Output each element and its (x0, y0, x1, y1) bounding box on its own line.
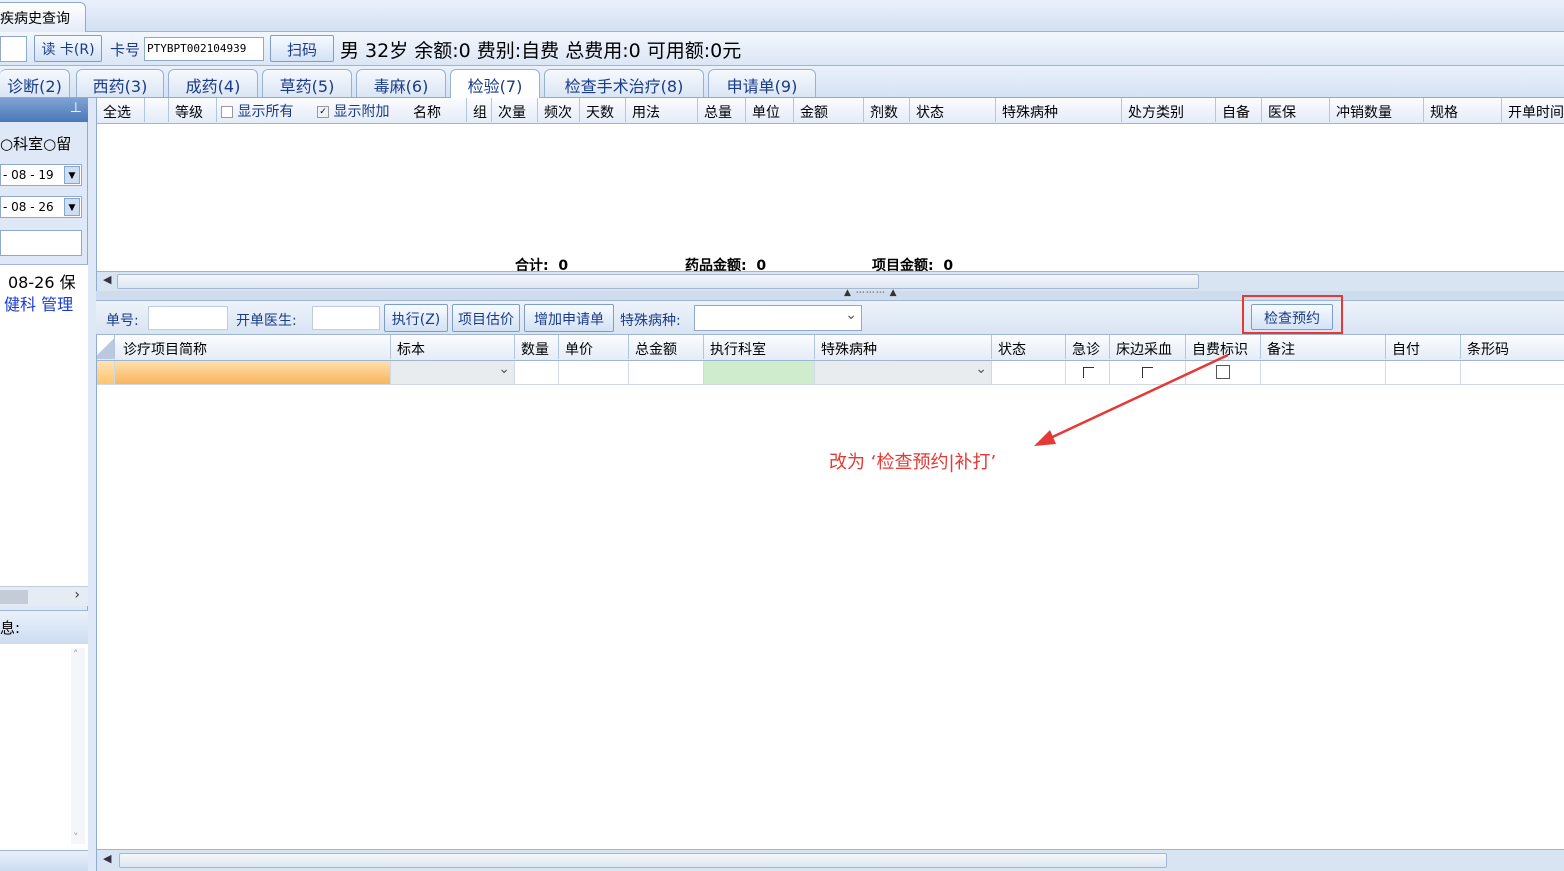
annotation-text: 改为 ‘检查预约|补打’ (829, 452, 997, 473)
annotation-arrow (1034, 353, 1229, 446)
